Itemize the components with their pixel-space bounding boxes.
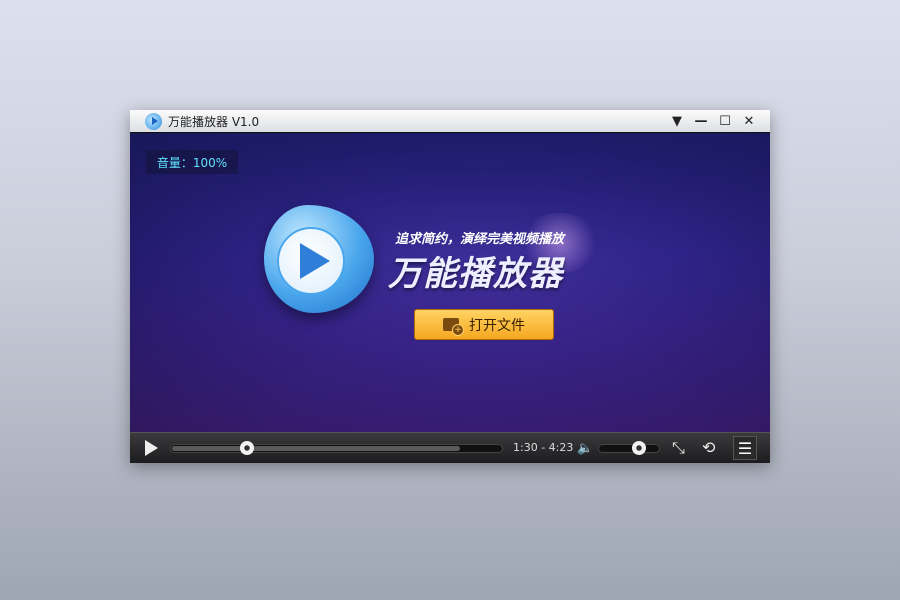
tagline: 追求简约，演绎完美视频播放 — [395, 228, 564, 247]
folder-add-icon — [443, 318, 459, 331]
app-logo-icon — [145, 113, 162, 130]
volume-slider[interactable] — [598, 444, 660, 453]
player-window: 万能播放器 V1.0 ▼ — ☐ ✕ 音量：100% 追求简约，演绎完美视频播放… — [130, 110, 770, 463]
play-logo-icon — [264, 205, 374, 313]
volume-knob[interactable] — [632, 441, 646, 455]
loop-icon[interactable]: ⟲ — [702, 438, 715, 457]
close-button[interactable]: ✕ — [742, 114, 756, 128]
progress-knob[interactable] — [240, 441, 254, 455]
volume-indicator: 音量：100% — [146, 150, 238, 174]
maximize-button[interactable]: ☐ — [718, 114, 732, 128]
video-area[interactable]: 音量：100% 追求简约，演绎完美视频播放 万能播放器 打开文件 — [130, 133, 770, 432]
brand-title: 万能播放器 — [388, 246, 563, 295]
minimize-button[interactable]: — — [694, 114, 708, 128]
buffered-bar — [172, 446, 460, 451]
menu-dropdown-button[interactable]: ▼ — [670, 114, 684, 128]
playlist-button[interactable]: ☰ — [733, 436, 757, 460]
open-file-label: 打开文件 — [469, 315, 525, 335]
title-bar[interactable]: 万能播放器 V1.0 ▼ — ☐ ✕ — [130, 110, 770, 133]
time-display: 1:30 - 4:23 — [513, 441, 573, 454]
control-bar: 1:30 - 4:23 🔈 ⤡ ⟲ ☰ — [130, 432, 770, 463]
progress-slider[interactable] — [170, 444, 503, 453]
speaker-icon[interactable]: 🔈 — [577, 441, 593, 456]
fullscreen-icon[interactable]: ⤡ — [672, 438, 685, 458]
window-title: 万能播放器 V1.0 — [168, 113, 259, 130]
play-button[interactable] — [145, 440, 158, 456]
open-file-button[interactable]: 打开文件 — [414, 309, 554, 340]
